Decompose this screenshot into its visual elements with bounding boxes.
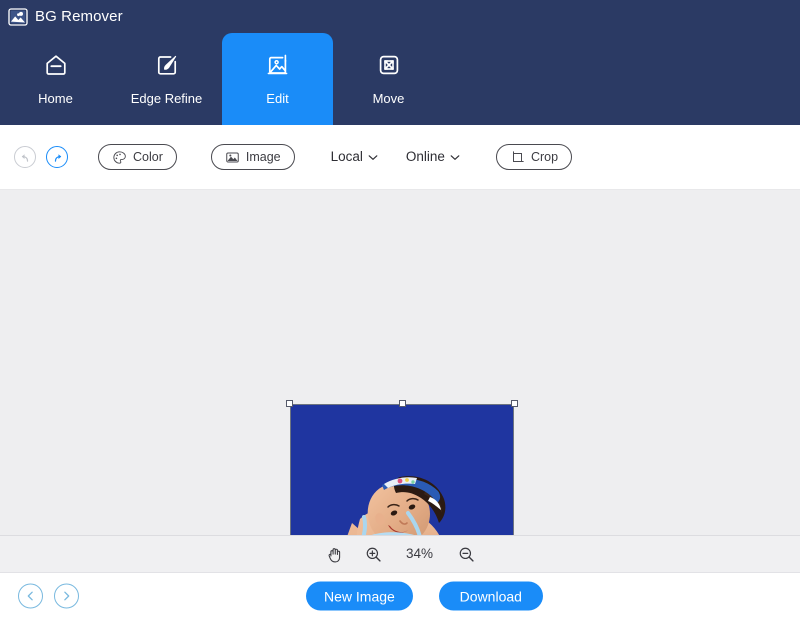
resize-handle-top-right[interactable] [511,400,518,407]
zoom-out-icon[interactable] [458,546,475,563]
bg-remover-window: BG Remover Home Edge Refine Edit Move Co… [0,0,800,619]
local-label: Local [330,149,363,164]
crop-frame-icon [512,150,524,162]
footer-bar: New Image Download [0,573,800,619]
main-nav: Home Edge Refine Edit Move [0,33,444,125]
nav-label: Home [38,91,73,106]
resize-handle-top-center[interactable] [398,400,406,407]
nav-item-edge-refine[interactable]: Edge Refine [111,33,222,125]
image-selection[interactable] [286,400,518,535]
image-button[interactable]: Image [210,144,295,170]
edit-toolbar: Color Image Local Online Crop [0,125,800,190]
app-header: BG Remover Home Edge Refine Edit Move [0,0,800,125]
footer-actions: New Image Download [306,581,543,611]
next-image-button[interactable] [54,583,79,609]
image-cloud-logo-icon [8,8,28,26]
previous-image-button[interactable] [18,583,43,609]
resize-handle-top-left[interactable] [286,400,293,407]
chevron-right-icon [64,591,70,601]
redo-arrow-icon [54,153,61,162]
online-dropdown[interactable]: Online [404,149,462,165]
image-frame-icon [267,54,287,75]
undo-arrow-icon [21,153,28,162]
online-label: Online [405,149,445,164]
chevron-down-icon [450,154,460,160]
new-image-button[interactable]: New Image [306,581,413,611]
color-label: Color [133,150,163,164]
pager [18,583,79,609]
zoom-in-icon[interactable] [365,546,382,563]
brand: BG Remover [8,7,123,27]
crop-button[interactable]: Crop [495,144,573,170]
zoom-level: 34% [405,546,434,561]
picture-icon [226,151,239,163]
image-label: Image [245,150,281,164]
crop-label: Crop [530,150,559,164]
redo-button[interactable] [46,146,68,168]
image-canvas[interactable] [0,190,800,536]
nav-label: Edge Refine [130,91,203,106]
palette-icon [113,150,126,164]
nav-label: Move [372,91,405,106]
chevron-down-icon [368,154,378,160]
baby-subject-image [347,476,446,535]
undo-button[interactable] [14,146,36,168]
app-title: BG Remover [35,8,123,25]
nav-label: Edit [266,91,289,106]
brush-square-icon [157,55,176,75]
local-dropdown[interactable]: Local [329,149,380,165]
hand-tool-icon[interactable] [326,546,343,563]
home-icon [45,55,66,75]
chevron-left-icon [27,591,33,601]
move-arrows-icon [379,55,398,75]
zoom-bar: 34% [0,536,800,573]
color-button[interactable]: Color [98,144,177,170]
nav-item-move[interactable]: Move [333,33,444,125]
download-button[interactable]: Download [438,581,543,611]
nav-item-edit[interactable]: Edit [222,33,333,125]
edited-image[interactable] [290,404,514,535]
nav-item-home[interactable]: Home [0,33,111,125]
